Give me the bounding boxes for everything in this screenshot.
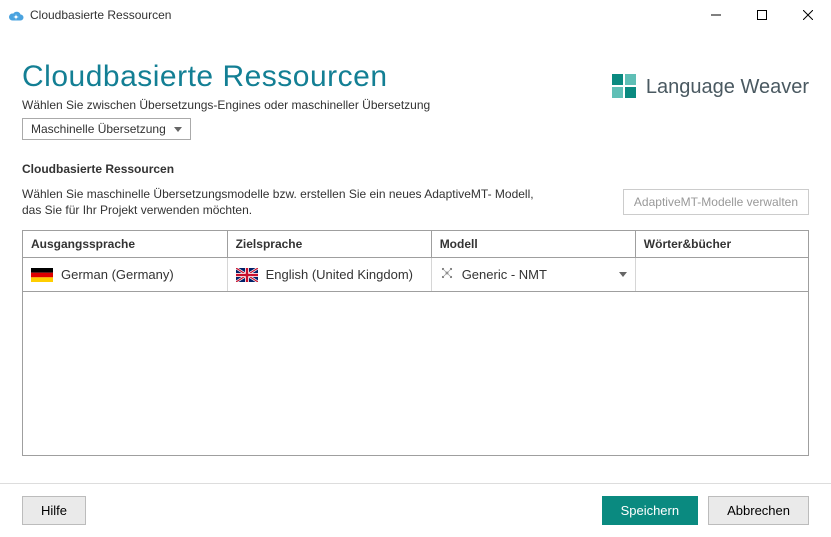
- brand-logo-icon: [610, 72, 638, 103]
- selector-value: Maschinelle Übersetzung: [31, 122, 166, 136]
- flag-germany-icon: [31, 268, 53, 282]
- content: Cloudbasierte Ressourcen Wählen Sie zwis…: [0, 30, 831, 483]
- footer: Hilfe Speichern Abbrechen: [0, 483, 831, 537]
- description-row: Wählen Sie maschinelle Übersetzungsmodel…: [22, 186, 809, 218]
- flag-uk-icon: [236, 268, 258, 282]
- titlebar: Cloudbasierte Ressourcen: [0, 0, 831, 30]
- window-title: Cloudbasierte Ressourcen: [30, 8, 171, 22]
- section-description: Wählen Sie maschinelle Übersetzungsmodel…: [22, 186, 542, 218]
- maximize-button[interactable]: [739, 0, 785, 30]
- header-dictionaries: Wörter&bücher: [635, 231, 808, 258]
- resource-type-selector[interactable]: Maschinelle Übersetzung: [22, 118, 191, 140]
- header-row: Cloudbasierte Ressourcen Wählen Sie zwis…: [22, 42, 809, 140]
- models-table: Ausgangssprache Zielsprache Modell Wörte…: [22, 230, 809, 456]
- manage-adaptivemt-button[interactable]: AdaptiveMT-Modelle verwalten: [623, 189, 809, 215]
- brand: Language Weaver: [610, 72, 809, 103]
- header-target: Zielsprache: [227, 231, 431, 258]
- target-lang-text: English (United Kingdom): [266, 267, 413, 282]
- close-button[interactable]: [785, 0, 831, 30]
- minimize-button[interactable]: [693, 0, 739, 30]
- source-lang-text: German (Germany): [61, 267, 174, 282]
- model-nodes-icon: [440, 266, 454, 283]
- section-label: Cloudbasierte Ressourcen: [22, 162, 809, 176]
- titlebar-left: Cloudbasierte Ressourcen: [8, 7, 171, 23]
- save-button[interactable]: Speichern: [602, 496, 699, 525]
- cell-model[interactable]: Generic - NMT: [431, 258, 635, 292]
- footer-actions: Speichern Abbrechen: [602, 496, 809, 525]
- cell-dictionaries[interactable]: [635, 258, 808, 292]
- chevron-down-icon: [619, 272, 627, 277]
- window-controls: [693, 0, 831, 30]
- cell-target: English (United Kingdom): [227, 258, 431, 292]
- table-row[interactable]: German (Germany): [23, 258, 808, 292]
- cell-source: German (Germany): [23, 258, 227, 292]
- page-title: Cloudbasierte Ressourcen: [22, 60, 430, 94]
- brand-name: Language Weaver: [646, 76, 809, 99]
- header-left: Cloudbasierte Ressourcen Wählen Sie zwis…: [22, 42, 430, 140]
- page-subtitle: Wählen Sie zwischen Übersetzungs-Engines…: [22, 98, 430, 112]
- header-source: Ausgangssprache: [23, 231, 227, 258]
- model-text: Generic - NMT: [462, 267, 547, 282]
- table-header-row: Ausgangssprache Zielsprache Modell Wörte…: [23, 231, 808, 258]
- cloud-icon: [8, 7, 24, 23]
- chevron-down-icon: [174, 127, 182, 132]
- cancel-button[interactable]: Abbrechen: [708, 496, 809, 525]
- help-button[interactable]: Hilfe: [22, 496, 86, 525]
- header-model: Modell: [431, 231, 635, 258]
